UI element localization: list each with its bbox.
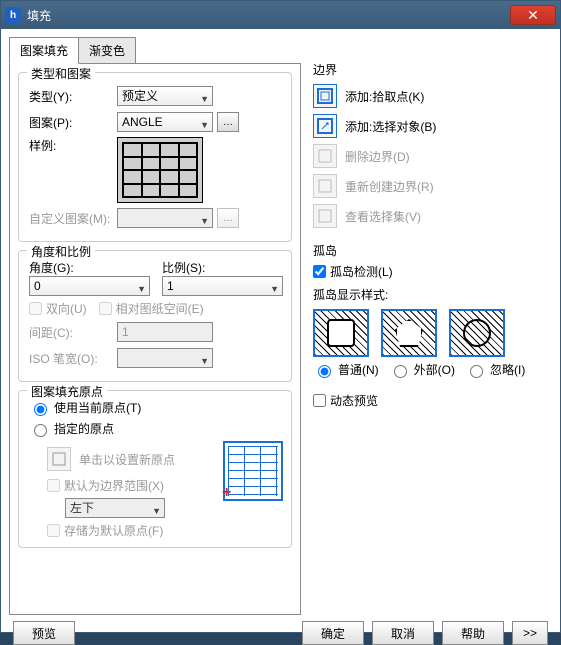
island-outer-radio[interactable]: 外部(O) [389, 361, 455, 378]
custom-browse-button: … [217, 208, 239, 228]
tab-gradient[interactable]: 渐变色 [78, 37, 136, 64]
sample-swatch[interactable] [117, 137, 203, 203]
tab-body: 类型和图案 类型(Y): 预定义 图案(P): ANGLE … 样例: [9, 63, 301, 615]
origin-preview-swatch: + [223, 441, 283, 501]
type-label: 类型(Y): [29, 88, 117, 105]
group-angle-scale: 角度和比例 角度(G): 0 比例(S): 1 [18, 250, 292, 382]
scale-label: 比例(S): [162, 259, 283, 276]
app-icon: h [5, 7, 21, 23]
recreate-boundary-label: 重新创建边界(R) [345, 178, 434, 195]
iso-dropdown [117, 348, 213, 368]
add-pick-point-icon[interactable] [313, 84, 337, 108]
group-type-pattern: 类型和图案 类型(Y): 预定义 图案(P): ANGLE … 样例: [18, 72, 292, 242]
type-dropdown[interactable]: 预定义 [117, 86, 213, 106]
group-title: 类型和图案 [27, 65, 95, 82]
expand-button[interactable]: >> [512, 621, 548, 645]
tab-hatch[interactable]: 图案填充 [9, 37, 79, 64]
recreate-boundary-icon [313, 174, 337, 198]
paper-space-checkbox: 相对图纸空间(E) [99, 300, 204, 317]
window-title: 填充 [27, 7, 510, 24]
pattern-dropdown[interactable]: ANGLE [117, 112, 213, 132]
specified-origin-radio[interactable]: 指定的原点 [29, 420, 283, 437]
islands-title: 孤岛 [313, 242, 552, 259]
custom-pattern-dropdown [117, 208, 213, 228]
angle-dropdown[interactable]: 0 [29, 276, 150, 296]
help-button[interactable]: 帮助 [442, 621, 504, 645]
group-hatch-origin: 图案填充原点 使用当前原点(T) 指定的原点 单击以设置新原点 默认为边界范围(… [18, 390, 292, 548]
sample-label: 样例: [29, 137, 117, 154]
island-ignore-radio[interactable]: 忽略(I) [465, 361, 525, 378]
add-select-object-icon[interactable] [313, 114, 337, 138]
scale-dropdown[interactable]: 1 [162, 276, 283, 296]
cancel-button[interactable]: 取消 [372, 621, 434, 645]
store-default-checkbox: 存储为默认原点(F) [47, 522, 215, 539]
preview-button[interactable]: 预览 [13, 621, 75, 645]
pattern-browse-button[interactable]: … [217, 112, 239, 132]
click-new-origin-label: 单击以设置新原点 [79, 451, 175, 468]
pattern-label: 图案(P): [29, 114, 117, 131]
group-title: 图案填充原点 [27, 383, 107, 400]
dynamic-preview-checkbox[interactable]: 动态预览 [313, 392, 552, 409]
island-style-outer[interactable] [381, 309, 437, 357]
add-pick-point-label[interactable]: 添加:拾取点(K) [345, 88, 424, 105]
iso-label: ISO 笔宽(O): [29, 350, 117, 367]
view-selection-icon [313, 204, 337, 228]
island-style-ignore[interactable] [449, 309, 505, 357]
extent-dropdown: 左下 [65, 498, 165, 518]
spacing-label: 间距(C): [29, 324, 117, 341]
default-extents-checkbox: 默认为边界范围(X) [47, 477, 215, 494]
pick-origin-icon [47, 447, 71, 471]
close-button[interactable]: ✕ [510, 5, 556, 25]
custom-pattern-label: 自定义图案(M): [29, 210, 117, 227]
group-title: 角度和比例 [27, 243, 95, 260]
titlebar: h 填充 ✕ [1, 1, 560, 29]
delete-boundary-label: 删除边界(D) [345, 148, 410, 165]
island-style-label: 孤岛显示样式: [313, 286, 552, 303]
island-style-normal[interactable] [313, 309, 369, 357]
use-current-origin-radio[interactable]: 使用当前原点(T) [29, 399, 283, 416]
ok-button[interactable]: 确定 [302, 621, 364, 645]
view-selection-label: 查看选择集(V) [345, 208, 421, 225]
island-detect-checkbox[interactable]: 孤岛检测(L) [313, 263, 552, 280]
boundary-title: 边界 [313, 61, 552, 78]
delete-boundary-icon [313, 144, 337, 168]
spacing-input: 1 [117, 322, 213, 342]
island-normal-radio[interactable]: 普通(N) [313, 361, 379, 378]
bidir-checkbox: 双向(U) [29, 300, 87, 317]
add-select-object-label[interactable]: 添加:选择对象(B) [345, 118, 436, 135]
angle-label: 角度(G): [29, 259, 150, 276]
